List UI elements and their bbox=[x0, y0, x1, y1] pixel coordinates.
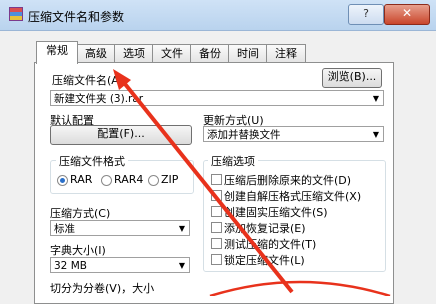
format-label-rar: RAR bbox=[70, 173, 93, 186]
tab-advanced[interactable]: 高级 bbox=[76, 44, 116, 63]
dictionary-size-combo[interactable]: 32 MB ▼ bbox=[50, 257, 190, 273]
option-label-lock: 锁定压缩文件(L) bbox=[224, 254, 305, 267]
chevron-down-icon: ▼ bbox=[178, 224, 185, 233]
split-volumes-label: 切分为分卷(V)，大小 bbox=[50, 282, 155, 295]
compression-method-combo[interactable]: 标准 ▼ bbox=[50, 220, 190, 236]
chevron-down-icon: ▼ bbox=[372, 130, 379, 139]
archive-options-title: 压缩选项 bbox=[208, 153, 258, 169]
option-checkbox-lock[interactable] bbox=[211, 254, 222, 265]
archive-name-combo[interactable]: 新建文件夹 (3).rar ▼ bbox=[50, 90, 384, 106]
option-label-test: 测试压缩的文件(T) bbox=[224, 238, 317, 251]
format-radio-zip[interactable] bbox=[148, 175, 159, 186]
chevron-down-icon: ▼ bbox=[372, 94, 379, 103]
archive-name-value: 新建文件夹 (3).rar bbox=[54, 93, 144, 105]
option-label-solid: 创建固实压缩文件(S) bbox=[224, 206, 328, 219]
tab-backup[interactable]: 备份 bbox=[190, 44, 230, 63]
tab-general[interactable]: 常规 bbox=[36, 41, 78, 64]
archive-format-title: 压缩文件格式 bbox=[56, 153, 128, 169]
option-checkbox-solid[interactable] bbox=[211, 206, 222, 217]
option-label-recovery: 添加恢复记录(E) bbox=[224, 222, 306, 235]
format-radio-rar[interactable] bbox=[57, 175, 68, 186]
chevron-down-icon: ▼ bbox=[178, 261, 185, 270]
option-checkbox-delete[interactable] bbox=[211, 174, 222, 185]
dictionary-size-value: 32 MB bbox=[54, 260, 87, 272]
option-checkbox-recovery[interactable] bbox=[211, 222, 222, 233]
compression-method-value: 标准 bbox=[54, 223, 75, 235]
tab-options[interactable]: 选项 bbox=[114, 44, 154, 63]
help-button[interactable]: ? bbox=[348, 4, 384, 25]
option-label-sfx: 创建自解压格式压缩文件(X) bbox=[224, 190, 362, 203]
dictionary-size-label: 字典大小(I) bbox=[50, 244, 106, 257]
profiles-button[interactable]: 配置(F)... bbox=[50, 125, 192, 145]
archive-name-label: 压缩文件名(A) bbox=[52, 74, 124, 87]
close-button[interactable]: ✕ bbox=[384, 4, 430, 25]
format-label-zip: ZIP bbox=[161, 173, 179, 186]
tab-comment[interactable]: 注释 bbox=[266, 44, 306, 63]
option-checkbox-test[interactable] bbox=[211, 238, 222, 249]
format-label-rar4: RAR4 bbox=[114, 173, 144, 186]
update-mode-combo[interactable]: 添加并替换文件 ▼ bbox=[203, 126, 384, 142]
option-label-delete: 压缩后删除原来的文件(D) bbox=[224, 174, 352, 187]
update-mode-value: 添加并替换文件 bbox=[207, 129, 281, 141]
winrar-app-icon bbox=[9, 7, 23, 21]
tab-files[interactable]: 文件 bbox=[152, 44, 192, 63]
format-radio-rar4[interactable] bbox=[101, 175, 112, 186]
browse-button[interactable]: 浏览(B)... bbox=[322, 68, 382, 88]
window-title: 压缩文件名和参数 bbox=[28, 10, 125, 24]
option-checkbox-sfx[interactable] bbox=[211, 190, 222, 201]
tab-time[interactable]: 时间 bbox=[228, 44, 268, 63]
compression-method-label: 压缩方式(C) bbox=[50, 207, 111, 220]
